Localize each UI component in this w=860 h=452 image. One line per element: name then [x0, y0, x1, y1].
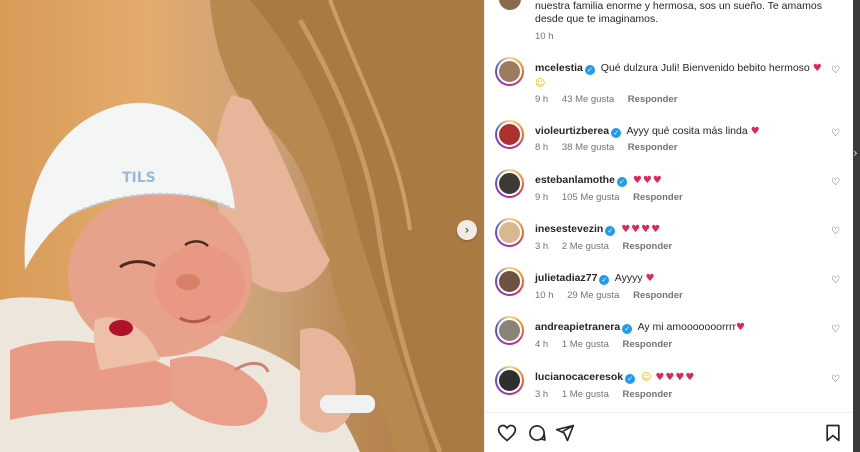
avatar[interactable] — [495, 57, 524, 86]
next-photo-button[interactable]: › — [457, 220, 477, 240]
comment-item: inesestevezin ✓ ♥♥♥♥ 3 h 2 Me gusta Respo… — [485, 218, 854, 264]
reply-button[interactable]: Responder — [623, 241, 673, 252]
caption-time: 10 h — [535, 31, 554, 42]
comment-time: 4 h — [535, 339, 549, 350]
post-caption: nuestra familia enorme y hermosa, sos un… — [485, 0, 854, 50]
comment-item: mcelestia ✓ Qué dulzura Juli! Bienvenido … — [485, 57, 854, 105]
heart-icon[interactable]: ♡ — [831, 177, 840, 188]
share-icon[interactable] — [555, 423, 575, 443]
comment-likes[interactable]: 38 Me gusta — [562, 142, 614, 153]
comment-item: estebanlamothe ✓ ♥♥♥ 9 h 105 Me gusta Res… — [485, 169, 854, 215]
comment-likes[interactable]: 105 Me gusta — [562, 192, 620, 203]
comment-username[interactable]: mcelestia — [535, 62, 583, 74]
chevron-right-icon[interactable]: › — [853, 146, 860, 166]
comment-username[interactable]: andreapietranera — [535, 321, 620, 333]
author-avatar[interactable] — [497, 0, 523, 12]
comment-likes[interactable]: 1 Me gusta — [562, 339, 609, 350]
comments-panel: nuestra familia enorme y hermosa, sos un… — [484, 0, 854, 452]
post-action-bar — [485, 412, 854, 452]
comment-username[interactable]: violeurtizberea — [535, 125, 609, 137]
avatar[interactable] — [495, 120, 524, 149]
svg-text:TILS: TILS — [122, 170, 156, 186]
comment-item: julietadiaz77 ✓ Ayyyy ♥ 10 h 29 Me gusta … — [485, 267, 854, 313]
verified-icon: ✓ — [622, 324, 633, 334]
avatar[interactable] — [495, 267, 524, 296]
heart-icon[interactable]: ♡ — [831, 128, 840, 139]
avatar[interactable] — [495, 316, 524, 345]
reply-button[interactable]: Responder — [628, 142, 678, 153]
comment-time: 3 h — [535, 389, 549, 400]
verified-icon: ✓ — [611, 128, 622, 138]
comment-time: 9 h — [535, 192, 549, 203]
heart-emoji: ♥ — [645, 273, 656, 284]
comment-time: 3 h — [535, 241, 549, 252]
heart-emoji: ♥♥♥♥ — [655, 372, 696, 383]
heart-icon[interactable]: ♡ — [831, 275, 840, 286]
verified-icon: ✓ — [605, 226, 616, 236]
comment-time: 9 h — [535, 94, 549, 105]
avatar[interactable] — [495, 169, 524, 198]
background-strip: › — [853, 0, 860, 452]
avatar[interactable] — [495, 366, 524, 395]
heart-icon[interactable]: ♡ — [831, 226, 840, 237]
comment-text: Ayyyy — [614, 272, 643, 284]
comment-text: Ayyy qué cosita más linda — [626, 125, 748, 137]
comment-username[interactable]: estebanlamothe — [535, 174, 615, 186]
heart-emoji: ♥♥♥♥ — [621, 224, 662, 235]
comment-text: Ay mi amooooooorrrr — [637, 321, 736, 333]
comment-likes[interactable]: 2 Me gusta — [562, 241, 609, 252]
verified-icon: ✓ — [625, 374, 636, 384]
comment-item: andreapietranera ✓ Ay mi amooooooorrrr♥ 4… — [485, 316, 854, 362]
reply-button[interactable]: Responder — [628, 94, 678, 105]
heart-icon[interactable]: ♡ — [831, 374, 840, 385]
heart-icon[interactable] — [497, 423, 517, 443]
verified-icon: ✓ — [616, 177, 627, 187]
comment-username[interactable]: lucianocaceresok — [535, 371, 623, 383]
heart-icon[interactable]: ♡ — [831, 324, 840, 335]
comment-username[interactable]: julietadiaz77 — [535, 272, 597, 284]
bookmark-icon[interactable] — [823, 423, 843, 443]
chevron-right-icon: › — [464, 223, 470, 237]
verified-icon: ✓ — [599, 275, 610, 285]
reply-button[interactable]: Responder — [623, 389, 673, 400]
comment-time: 10 h — [535, 290, 554, 301]
heart-emoji: ♥ — [750, 126, 761, 137]
heart-emoji: ♥ — [812, 63, 823, 74]
verified-icon: ✓ — [584, 65, 595, 75]
comment-item: lucianocaceresok ✓ ☺ ♥♥♥♥ 3 h 1 Me gusta … — [485, 366, 854, 412]
comment-likes[interactable]: 29 Me gusta — [567, 290, 619, 301]
reply-button[interactable]: Responder — [633, 192, 683, 203]
comment-time: 8 h — [535, 142, 549, 153]
post-photo[interactable]: TILS › — [0, 0, 484, 452]
heart-icon[interactable]: ♡ — [831, 65, 840, 76]
comment-text: Qué dulzura Juli! Bienvenido bebito herm… — [600, 62, 810, 74]
heart-emoji: ♥♥♥ — [632, 175, 663, 186]
emoji: ☺ — [535, 78, 547, 89]
reply-button[interactable]: Responder — [633, 290, 683, 301]
emoji: ☺ — [641, 372, 653, 383]
comment-icon[interactable] — [527, 423, 547, 443]
comment-likes[interactable]: 43 Me gusta — [562, 94, 614, 105]
caption-text: nuestra familia enorme y hermosa, sos un… — [535, 0, 822, 25]
avatar[interactable] — [495, 218, 524, 247]
heart-emoji: ♥ — [736, 322, 746, 333]
comment-item: violeurtizberea ✓ Ayyy qué cosita más lin… — [485, 120, 854, 166]
reply-button[interactable]: Responder — [623, 339, 673, 350]
photo-illustration: TILS — [0, 0, 484, 452]
comment-username[interactable]: inesestevezin — [535, 223, 603, 235]
comment-likes[interactable]: 1 Me gusta — [562, 389, 609, 400]
